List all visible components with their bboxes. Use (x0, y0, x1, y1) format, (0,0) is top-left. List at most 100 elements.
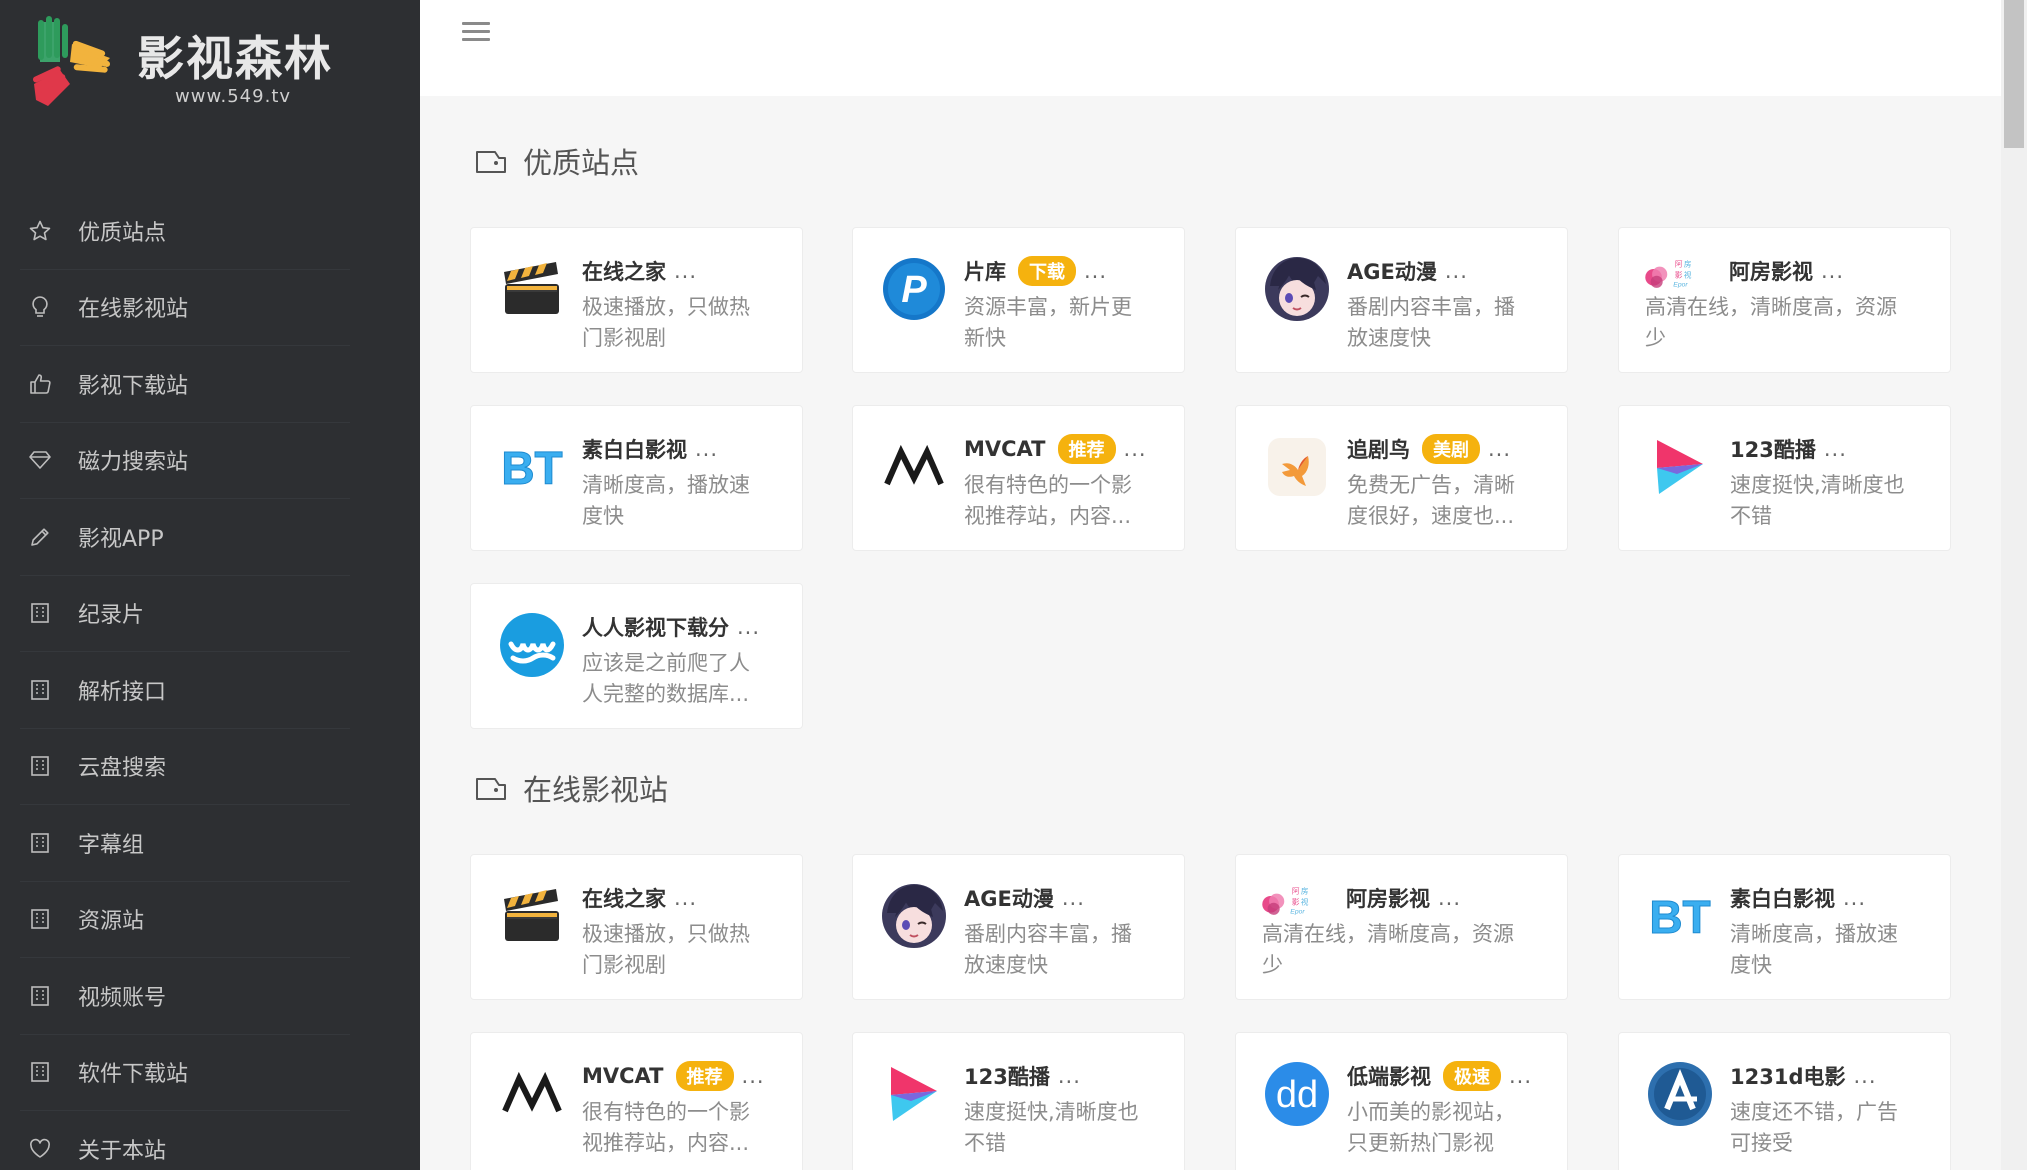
card-more-ellipsis[interactable]: ... (1821, 259, 1844, 283)
diamond-icon (20, 447, 62, 473)
card-more-ellipsis[interactable]: ... (1058, 1064, 1081, 1088)
card-more-ellipsis[interactable]: ... (1124, 437, 1147, 461)
card-title-row: 素白白影视... (1730, 883, 1866, 913)
site-card[interactable]: 在线之家... 极速播放，只做热 门影视剧 (470, 854, 803, 1000)
sidebar-item[interactable]: 优质站点 (20, 193, 350, 270)
site-card[interactable]: 在线之家... 极速播放，只做热 门影视剧 (470, 227, 803, 373)
sidebar-item[interactable]: 在线影视站 (20, 270, 350, 346)
site-card[interactable]: 123酷播... 速度挺快,清晰度也 不错 (1618, 405, 1951, 551)
site-card[interactable]: BT 素白白影视... 清晰度高，播放速 度快 (470, 405, 803, 551)
card-more-ellipsis[interactable]: ... (1824, 437, 1847, 461)
card-title: 在线之家 (582, 260, 666, 284)
card-description-line: 清晰度高，播放速 (582, 473, 750, 497)
card-more-ellipsis[interactable]: ... (1509, 1064, 1532, 1088)
hamburger-menu-icon[interactable] (462, 22, 490, 46)
card-description-line: 放速度快 (1347, 326, 1431, 350)
svg-text:P: P (901, 269, 927, 311)
svg-text:BT: BT (1649, 891, 1710, 943)
site-logo[interactable]: 影视森林 www.549.tv (30, 14, 350, 124)
sidebar-item-label: 纪录片 (78, 603, 145, 629)
sidebar-item[interactable]: 资源站 (20, 882, 350, 958)
card-more-ellipsis[interactable]: ... (674, 259, 697, 283)
card-description: 速度还不错，广告 可接受 (1730, 1097, 1940, 1159)
sidebar-item[interactable]: 字幕组 (20, 805, 350, 882)
card-description-line: 速度挺快,清晰度也 (1730, 473, 1905, 497)
bird-logo-icon (1264, 434, 1330, 500)
site-card[interactable]: BT 素白白影视... 清晰度高，播放速 度快 (1618, 854, 1951, 1000)
card-more-ellipsis[interactable]: ... (1062, 886, 1085, 910)
card-description: 极速播放，只做热 门影视剧 (582, 292, 792, 354)
sidebar-item-label: 解析接口 (78, 679, 167, 705)
sidebar-item[interactable]: 解析接口 (20, 652, 350, 729)
card-description-line: 视推荐站，内容... (964, 504, 1132, 528)
svg-text:视: 视 (1301, 896, 1309, 906)
card-title: 片库 (964, 260, 1006, 284)
sidebar-item-label: 磁力搜索站 (78, 450, 189, 476)
site-card[interactable]: dd 低端影视 极速... 小而美的影视站， 只更新热门影视 (1235, 1032, 1568, 1170)
play-logo-icon (881, 1061, 947, 1127)
folder-tag-icon (475, 148, 507, 174)
card-title-row: 在线之家... (582, 883, 697, 913)
card-more-ellipsis[interactable]: ... (1084, 259, 1107, 283)
sidebar-item[interactable]: 磁力搜索站 (20, 423, 350, 499)
site-card[interactable]: 阿房影视 Epor 阿房影视... 高清在线，清晰度高，资源少 (1618, 227, 1951, 373)
card-title: AGE动漫 (1347, 260, 1437, 284)
site-name: 影视森林 (137, 32, 333, 87)
card-description-line: 高清在线，清晰度高，资源 (1645, 295, 1897, 319)
card-more-ellipsis[interactable]: ... (674, 886, 697, 910)
site-card[interactable]: AGE动漫... 番剧内容丰富，播 放速度快 (1235, 227, 1568, 373)
site-card[interactable]: 123酷播... 速度挺快,清晰度也 不错 (852, 1032, 1185, 1170)
site-card[interactable]: 追剧鸟 美剧... 免费无广告，清晰 度很好，速度也... (1235, 405, 1568, 551)
card-more-ellipsis[interactable]: ... (1438, 886, 1461, 910)
card-title-row: 在线之家... (582, 256, 697, 286)
site-card[interactable]: 1231d电影... 速度还不错，广告 可接受 (1618, 1032, 1951, 1170)
card-more-ellipsis[interactable]: ... (742, 1064, 765, 1088)
card-more-ellipsis[interactable]: ... (737, 615, 760, 639)
site-card[interactable]: 人人影视下载分... 应该是之前爬了人 人完整的数据库... (470, 583, 803, 729)
card-more-ellipsis[interactable]: ... (1445, 259, 1468, 283)
card-description-line: 番剧内容丰富，播 (964, 922, 1132, 946)
sidebar-item[interactable]: 软件下载站 (20, 1035, 350, 1111)
card-title-row: 阿房影视... (1346, 883, 1461, 913)
thumbs-up-icon (20, 371, 62, 397)
scrollbar-thumb[interactable] (2004, 0, 2024, 148)
card-description: 小而美的影视站， 只更新热门影视 (1347, 1097, 1557, 1159)
svg-text:dd: dd (1276, 1074, 1318, 1116)
site-card[interactable]: AGE动漫... 番剧内容丰富，播 放速度快 (852, 854, 1185, 1000)
card-more-ellipsis[interactable]: ... (1488, 437, 1511, 461)
card-more-ellipsis[interactable]: ... (1853, 1064, 1876, 1088)
sidebar-item[interactable]: 关于本站 (20, 1111, 350, 1170)
card-title-row: 123酷播... (1730, 434, 1847, 464)
clapperboard-icon (499, 256, 565, 322)
card-description: 很有特色的一个影 视推荐站，内容... (964, 470, 1174, 532)
sidebar-item[interactable]: 影视APP (20, 499, 350, 576)
bt-logo-icon: BT (499, 434, 565, 500)
site-card[interactable]: 阿房影视 Epor 阿房影视... 高清在线，清晰度高，资源少 (1235, 854, 1568, 1000)
sidebar-item[interactable]: 纪录片 (20, 576, 350, 652)
site-card[interactable]: P 片库 下载... 资源丰富，新片更 新快 (852, 227, 1185, 373)
pencil-icon (20, 524, 62, 550)
card-more-ellipsis[interactable]: ... (695, 437, 718, 461)
card-badge: 美剧 (1422, 434, 1480, 464)
sidebar-item[interactable]: 影视下载站 (20, 346, 350, 423)
card-title-row: 123酷播... (964, 1061, 1081, 1091)
card-description-line: 资源丰富，新片更 (964, 295, 1132, 319)
card-description-line: 小而美的影视站， (1347, 1100, 1515, 1124)
card-more-ellipsis[interactable]: ... (1843, 886, 1866, 910)
card-description-line: 清晰度高，播放速 (1730, 922, 1898, 946)
card-description-line: 只更新热门影视 (1347, 1131, 1494, 1155)
sidebar-item[interactable]: 云盘搜索 (20, 729, 350, 805)
anime-avatar-icon (1264, 256, 1330, 322)
site-card[interactable]: MVCAT 推荐... 很有特色的一个影 视推荐站，内容... (852, 405, 1185, 551)
site-card[interactable]: MVCAT 推荐... 很有特色的一个影 视推荐站，内容... (470, 1032, 803, 1170)
section-title-label: 在线影视站 (523, 773, 669, 807)
building-icon (20, 753, 62, 779)
sidebar-item-label: 字幕组 (78, 832, 145, 858)
svg-text:房: 房 (1684, 259, 1692, 269)
sidebar-item[interactable]: 视频账号 (20, 958, 350, 1035)
card-badge: 推荐 (675, 1061, 734, 1091)
a-logo-icon (1647, 1061, 1713, 1127)
scrollbar[interactable] (2001, 0, 2027, 1170)
section-title: 优质站点 (475, 140, 639, 182)
building-icon (20, 906, 62, 932)
